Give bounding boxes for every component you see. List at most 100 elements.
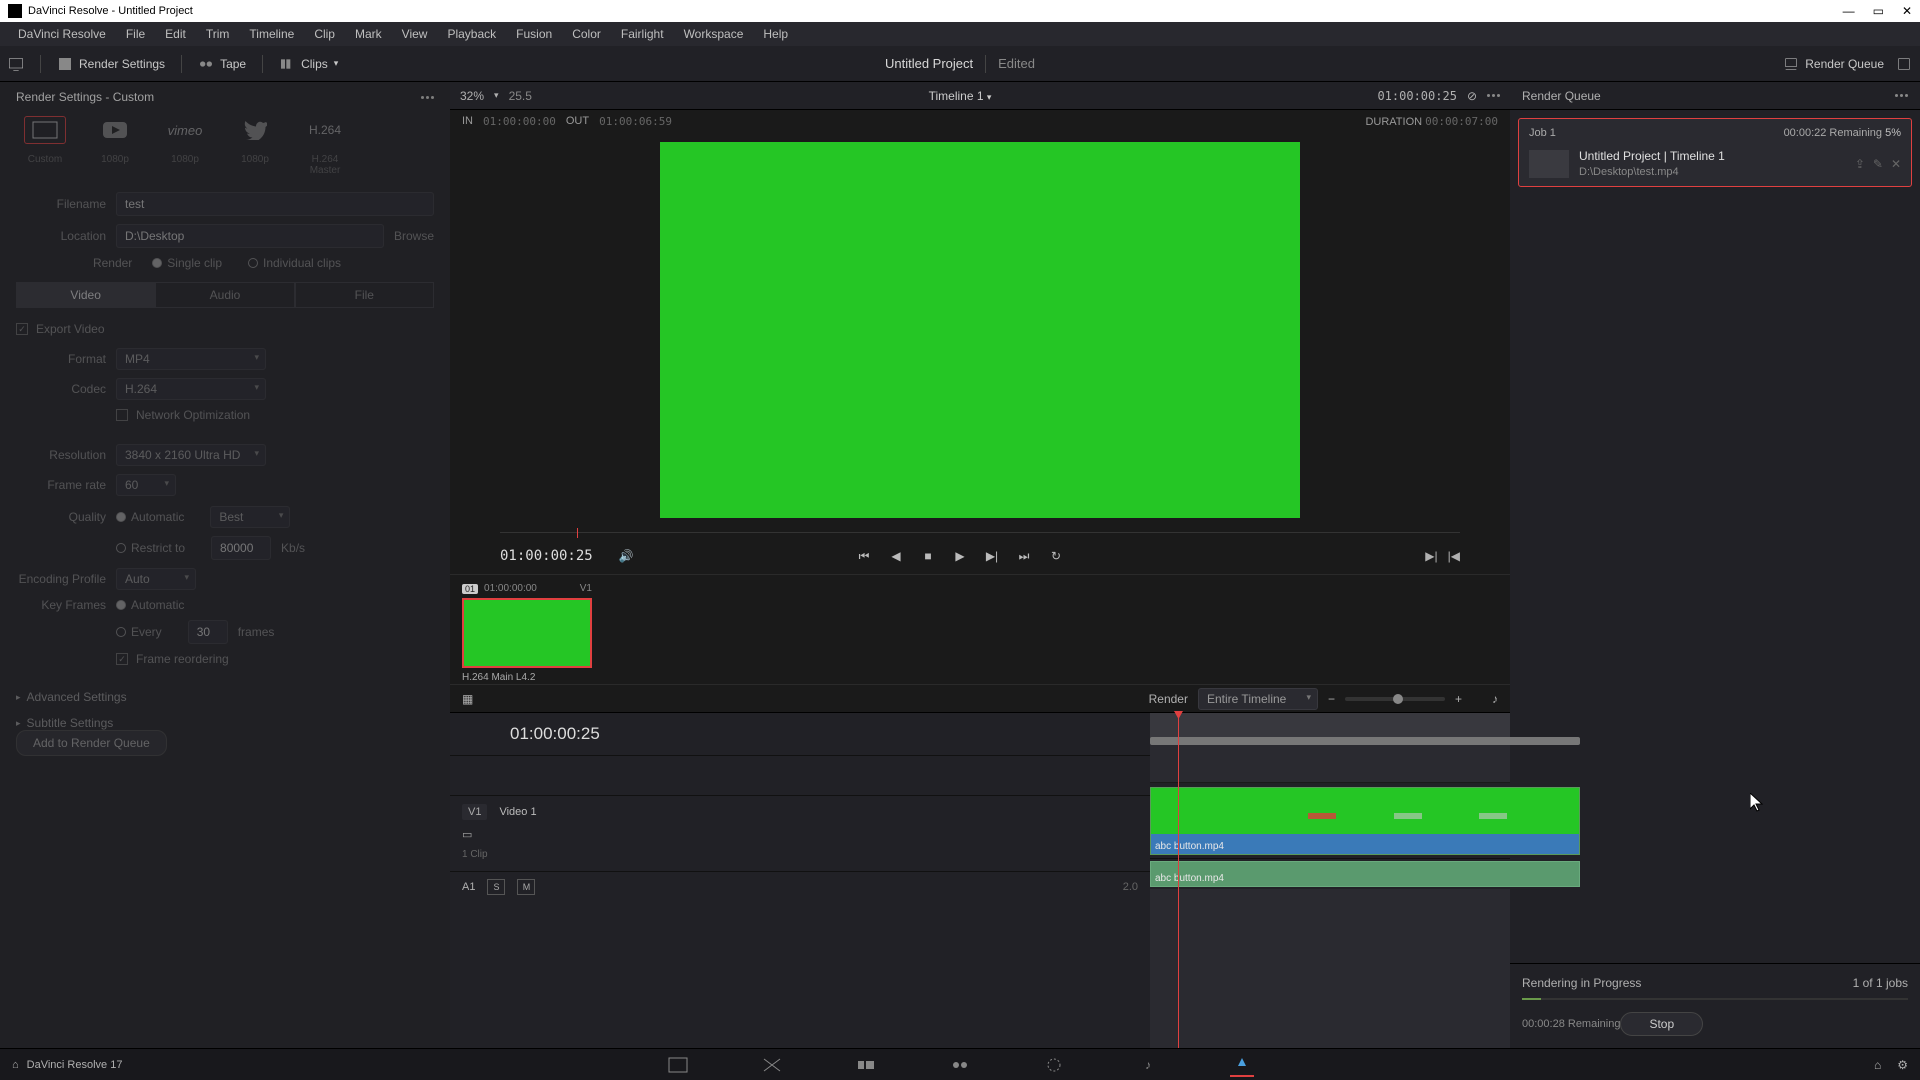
playhead[interactable] — [1178, 713, 1179, 1048]
zoom-level[interactable]: 32% — [460, 89, 484, 103]
edit-page[interactable] — [854, 1053, 878, 1077]
loop-button[interactable]: ↻ — [1046, 546, 1066, 566]
v1-track-header[interactable]: V1 Video 1 ▭ 1 Clip — [450, 795, 1150, 871]
step-forward-button[interactable]: ▶| — [982, 546, 1002, 566]
viewer-canvas[interactable] — [660, 142, 1300, 518]
quality-best-select[interactable]: Best — [210, 506, 290, 528]
menu-file[interactable]: File — [116, 27, 155, 41]
zoom-out-button[interactable]: − — [1328, 692, 1335, 706]
zoom-in-button[interactable]: + — [1455, 692, 1462, 706]
preset-twitter[interactable] — [226, 116, 284, 144]
menu-clip[interactable]: Clip — [304, 27, 345, 41]
zoom-slider[interactable] — [1345, 697, 1445, 701]
menu-trim[interactable]: Trim — [196, 27, 240, 41]
solo-button[interactable]: S — [487, 879, 505, 895]
preset-h264[interactable]: H.264 — [296, 116, 354, 144]
home-icon[interactable]: ⌂ — [12, 1059, 19, 1071]
menu-fusion[interactable]: Fusion — [506, 27, 562, 41]
menu-color[interactable]: Color — [562, 27, 611, 41]
settings-icon[interactable]: ⚙ — [1897, 1058, 1908, 1072]
tab-video[interactable]: Video — [16, 282, 155, 308]
kf-every-radio[interactable]: Every — [116, 625, 162, 639]
render-settings-toggle[interactable]: Render Settings — [57, 56, 165, 72]
viewer-timecode[interactable]: 01:00:00:25 — [1377, 89, 1456, 103]
individual-clips-radio[interactable]: Individual clips — [248, 256, 341, 270]
audio-meter-icon[interactable]: ♪ — [1492, 692, 1498, 706]
bypass-icon[interactable]: ⊘ — [1467, 89, 1477, 103]
filename-input[interactable] — [116, 192, 434, 216]
add-to-render-queue-button[interactable]: Add to Render Queue — [16, 730, 167, 756]
tab-file[interactable]: File — [295, 282, 434, 308]
remove-job-icon[interactable]: ✕ — [1891, 157, 1901, 171]
frame-reorder-checkbox[interactable]: ✓Frame reordering — [116, 652, 229, 666]
a1-track-header[interactable]: A1 S M 2.0 — [450, 871, 1150, 901]
audio-clip[interactable]: abc button.mp4 — [1150, 861, 1580, 887]
format-select[interactable]: MP4 — [116, 348, 266, 370]
tape-toggle[interactable]: Tape — [198, 56, 246, 72]
cut-page[interactable] — [760, 1053, 784, 1077]
clips-toggle[interactable]: Clips ▾ — [279, 56, 338, 72]
kf-auto-radio[interactable]: Automatic — [116, 598, 184, 612]
preset-vimeo[interactable]: vimeo — [156, 116, 214, 144]
timeline-view-icon[interactable]: ▦ — [462, 692, 473, 706]
export-video-checkbox[interactable]: ✓Export Video — [16, 322, 434, 336]
color-page[interactable] — [1042, 1053, 1066, 1077]
go-start-button[interactable]: ⏮ — [854, 546, 874, 566]
go-end-button[interactable]: ⏭ — [1014, 546, 1034, 566]
expand-icon[interactable] — [1896, 56, 1912, 72]
browse-button[interactable]: Browse — [394, 229, 434, 243]
clip-thumbnail[interactable]: 0101:00:00:00V1 H.264 Main L4.2 — [462, 583, 592, 676]
close-button[interactable]: ✕ — [1902, 4, 1912, 18]
menu-timeline[interactable]: Timeline — [239, 27, 304, 41]
mute-button[interactable]: M — [517, 879, 535, 895]
stop-render-button[interactable]: Stop — [1620, 1012, 1703, 1036]
render-queue-toggle[interactable]: Render Queue — [1783, 56, 1884, 72]
preset-youtube[interactable] — [86, 116, 144, 144]
menu-help[interactable]: Help — [753, 27, 798, 41]
queue-menu-icon[interactable] — [1895, 94, 1908, 97]
stop-button[interactable]: ■ — [918, 546, 938, 566]
restrict-radio[interactable]: Restrict to — [116, 541, 185, 555]
fairlight-page[interactable]: ♪ — [1136, 1053, 1160, 1077]
home-button[interactable]: ⌂ — [1874, 1058, 1881, 1072]
advanced-settings-disclosure[interactable]: Advanced Settings — [16, 690, 434, 704]
deliver-page[interactable] — [1230, 1053, 1254, 1077]
menu-playback[interactable]: Playback — [437, 27, 506, 41]
monitor-icon[interactable] — [8, 56, 24, 72]
step-back-button[interactable]: ◀ — [886, 546, 906, 566]
edit-job-icon[interactable]: ✎ — [1873, 157, 1883, 171]
render-range-select[interactable]: Entire Timeline — [1198, 688, 1318, 710]
resolution-select[interactable]: 3840 x 2160 Ultra HD — [116, 444, 266, 466]
video-clip[interactable]: abc button.mp4 — [1150, 787, 1580, 855]
encoding-profile-select[interactable]: Auto — [116, 568, 196, 590]
framerate-select[interactable]: 60 — [116, 474, 176, 496]
play-button[interactable]: ▶ — [950, 546, 970, 566]
menu-mark[interactable]: Mark — [345, 27, 392, 41]
single-clip-radio[interactable]: Single clip — [152, 256, 222, 270]
menu-workspace[interactable]: Workspace — [674, 27, 754, 41]
network-opt-checkbox[interactable]: Network Optimization — [116, 408, 250, 422]
menu-fairlight[interactable]: Fairlight — [611, 27, 674, 41]
viewer-scrubber[interactable] — [500, 528, 1460, 538]
preset-custom[interactable] — [16, 116, 74, 144]
viewer-menu-icon[interactable] — [1487, 94, 1500, 97]
next-clip-button[interactable]: ▶| — [1425, 549, 1437, 563]
timeline-ruler[interactable] — [1150, 713, 1510, 743]
tab-audio[interactable]: Audio — [155, 282, 294, 308]
bitrate-input[interactable] — [211, 536, 271, 560]
fusion-page[interactable] — [948, 1053, 972, 1077]
kf-value-input[interactable] — [188, 620, 228, 644]
remote-render-icon[interactable]: ⇪ — [1855, 157, 1865, 171]
panel-menu-icon[interactable] — [421, 96, 434, 99]
location-input[interactable] — [116, 224, 384, 248]
codec-select[interactable]: H.264 — [116, 378, 266, 400]
subtitle-settings-disclosure[interactable]: Subtitle Settings — [16, 716, 434, 730]
minimize-button[interactable]: — — [1843, 4, 1855, 18]
prev-clip-button[interactable]: |◀ — [1448, 549, 1460, 563]
media-page[interactable] — [666, 1053, 690, 1077]
menu-view[interactable]: View — [392, 27, 438, 41]
speaker-icon[interactable]: 🔊 — [619, 549, 634, 563]
chevron-down-icon[interactable]: ▾ — [987, 92, 992, 102]
track-enable-icon[interactable]: ▭ — [462, 828, 472, 841]
render-job[interactable]: Job 1 00:00:22 Remaining 5% Untitled Pro… — [1518, 118, 1912, 187]
